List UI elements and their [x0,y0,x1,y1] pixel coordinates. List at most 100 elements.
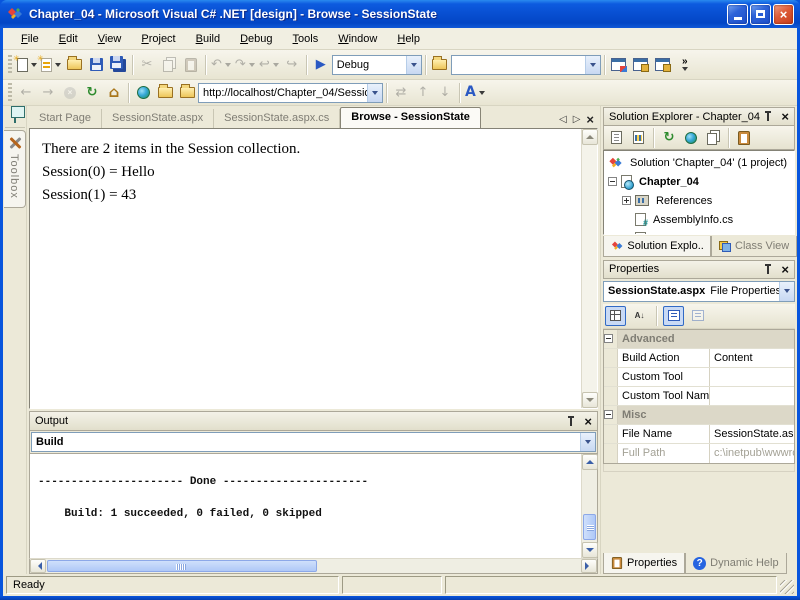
refresh-button[interactable]: ↻ [659,128,679,148]
property-row[interactable]: Full Path c:\inetpub\wwwroot [604,444,794,463]
property-value[interactable] [710,368,794,386]
scroll-down-button[interactable] [582,542,598,558]
web-home-button[interactable]: ⌂ [103,82,125,104]
web-stop-button[interactable]: × [59,82,81,104]
toolbox-tab[interactable]: Toolbox [4,130,26,208]
solution-explorer-caption-bar[interactable]: Solution Explorer - Chapter_04 × [603,107,795,126]
properties-caption-bar[interactable]: Properties × [603,260,795,279]
tab-solution-explorer[interactable]: Solution Explo... [603,236,711,257]
tab-properties[interactable]: Properties [603,553,685,574]
collapse-icon[interactable] [604,410,613,419]
combo-dropdown-button[interactable] [367,84,382,102]
output-channel-combo[interactable]: Build [31,432,596,452]
font-size-button[interactable]: A [463,82,487,104]
tab-browse-sessionstate[interactable]: Browse - SessionState [340,107,481,128]
favorites-button[interactable] [154,82,176,104]
move-down-button[interactable]: ↓ [434,82,456,104]
menu-build[interactable]: Build [186,30,230,48]
properties-view-button[interactable] [663,306,684,326]
solution-explorer-toolbar-button[interactable] [608,54,630,76]
output-horizontal-scrollbar[interactable] [29,558,598,574]
close-document-button[interactable]: × [586,114,594,125]
menu-project[interactable]: Project [131,30,185,48]
properties-button[interactable] [734,128,754,148]
properties-window-toolbar-button[interactable] [630,54,652,76]
scroll-right-button[interactable] [581,559,597,573]
property-pages-button[interactable] [687,306,708,326]
scroll-down-button[interactable] [582,392,598,408]
copy-web-button[interactable] [681,128,701,148]
maximize-button[interactable] [750,4,771,25]
resize-grip[interactable] [780,580,794,594]
scroll-up-button[interactable] [582,129,598,145]
new-project-button[interactable] [15,54,39,76]
cut-button[interactable]: ✂ [136,54,158,76]
output-caption-bar[interactable]: Output × [29,411,598,430]
menu-debug[interactable]: Debug [230,30,282,48]
menu-file[interactable]: File [11,30,49,48]
tab-start-page[interactable]: Start Page [29,109,102,128]
close-button[interactable]: × [773,4,794,25]
scroll-left-button[interactable] [30,559,46,573]
property-value[interactable] [710,387,794,405]
property-value[interactable]: Content [710,349,794,367]
minimize-button[interactable] [727,4,748,25]
property-category-row[interactable]: Misc [604,406,794,425]
tab-sessionstate-aspx[interactable]: SessionState.aspx [102,109,214,128]
move-up-button[interactable]: ↑ [412,82,434,104]
menu-edit[interactable]: Edit [49,30,88,48]
sync-contents-button[interactable]: ⇄ [390,82,412,104]
categorized-button[interactable] [605,306,626,326]
menu-window[interactable]: Window [328,30,387,48]
pin-icon[interactable] [763,264,773,275]
open-file-button[interactable] [63,54,85,76]
find-combo[interactable] [451,55,601,75]
web-back-button[interactable]: ← [15,82,37,104]
menu-tools[interactable]: Tools [283,30,329,48]
property-row[interactable]: Build Action Content [604,349,794,368]
find-in-files-button[interactable] [429,54,451,76]
toolbox-toolbar-button[interactable] [652,54,674,76]
combo-dropdown-button[interactable] [580,433,595,451]
properties-object-combo[interactable]: SessionState.aspxFile Properties [603,281,795,302]
show-all-files-button[interactable] [703,128,723,148]
tab-scroll-left-button[interactable]: ◁ [559,114,567,125]
server-explorer-tab[interactable] [14,110,16,122]
start-debug-button[interactable]: ▶ [310,54,332,76]
view-designer-button[interactable] [628,128,648,148]
toolbar-overflow-button[interactable]: » [674,54,696,76]
url-combo[interactable]: http://localhost/Chapter_04/SessionState… [198,83,383,103]
menu-help[interactable]: Help [387,30,430,48]
scrollbar-thumb[interactable] [47,560,317,572]
menu-view[interactable]: View [88,30,132,48]
tree-item-references[interactable]: References [604,191,794,210]
output-text[interactable]: ---------------------- Done ------------… [30,454,581,558]
property-row[interactable]: Custom Tool [604,368,794,387]
combo-dropdown-button[interactable] [585,56,600,74]
add-favorite-button[interactable] [176,82,198,104]
property-value[interactable]: SessionState.aspx [710,425,794,443]
web-refresh-button[interactable]: ↻ [81,82,103,104]
copy-button[interactable] [158,54,180,76]
solution-configurations-combo[interactable]: Debug [332,55,422,75]
navigate-backward-button[interactable]: ↩ [257,54,281,76]
pin-icon[interactable] [763,111,773,122]
combo-dropdown-button[interactable] [779,282,794,301]
output-close-button[interactable]: × [584,416,592,427]
title-bar[interactable]: Chapter_04 - Microsoft Visual C# .NET [d… [0,0,800,28]
combo-dropdown-button[interactable] [406,56,421,74]
tab-dynamic-help[interactable]: ? Dynamic Help [685,553,786,574]
add-item-button[interactable] [39,54,63,76]
save-button[interactable] [85,54,107,76]
collapse-icon[interactable] [608,177,617,186]
toolbar-grip[interactable] [8,55,12,75]
toolbar-grip[interactable] [8,83,12,103]
solution-explorer-close-button[interactable]: × [781,111,789,122]
paste-button[interactable] [180,54,202,76]
output-vertical-scrollbar[interactable] [581,454,597,558]
scrollbar-thumb[interactable] [583,514,596,540]
tree-item-solution[interactable]: Solution 'Chapter_04' (1 project) [604,153,794,172]
redo-button[interactable]: ↷ [233,54,257,76]
properties-close-button[interactable]: × [781,264,789,275]
tree-item-assemblyinfo[interactable]: # AssemblyInfo.cs [604,210,794,229]
